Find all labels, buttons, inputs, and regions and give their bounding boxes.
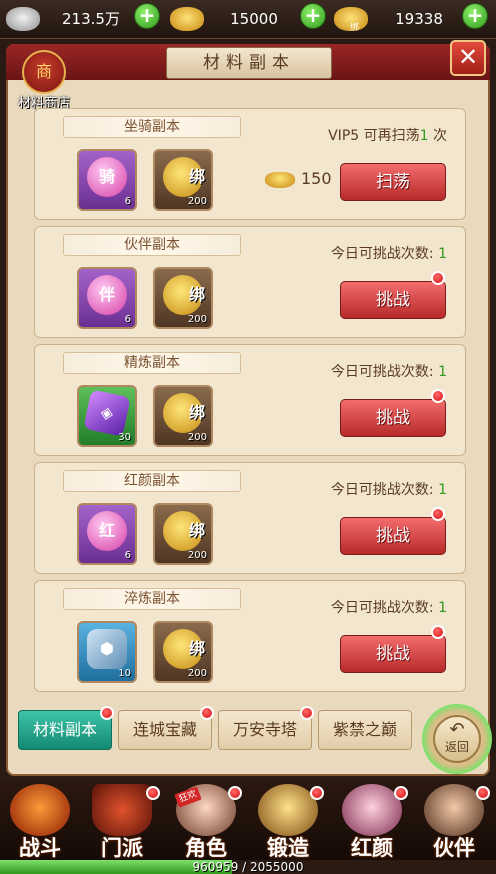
- notification-dot: [146, 786, 160, 800]
- gold-amount: 15000: [230, 10, 278, 28]
- item-slot-refine-stone[interactable]: ◈ 30: [77, 385, 137, 447]
- item-slot-bound-gold[interactable]: 绑 200: [153, 503, 213, 565]
- challenge-count-info: 今日可挑战次数: 1: [330, 246, 447, 262]
- sect-gate-icon: [92, 784, 152, 836]
- add-bound-gold-button[interactable]: +: [462, 3, 488, 29]
- item-count: 200: [187, 314, 207, 325]
- notification-dot: [431, 271, 445, 285]
- dungeon-card-refine: 精炼副本 ◈ 30 绑 200 今日可挑战次数: 1 挑战: [34, 344, 466, 456]
- challenge-button[interactable]: 挑战: [340, 635, 446, 673]
- challenge-button[interactable]: 挑战: [340, 517, 446, 555]
- beauty-portrait-icon: [342, 784, 402, 836]
- silver-amount: 213.5万: [62, 10, 120, 28]
- bound-label: 绑: [188, 639, 205, 658]
- item-count: 6: [124, 196, 131, 207]
- item-slot-bound-gold[interactable]: 绑 200: [153, 149, 213, 211]
- add-silver-button[interactable]: +: [134, 3, 160, 29]
- tab-wanan-tower[interactable]: 万安寺塔: [218, 710, 312, 750]
- silver-ingot-icon: [6, 7, 40, 31]
- sweep-cost: 150: [265, 167, 332, 191]
- bound-badge: 绑: [350, 23, 360, 33]
- forge-icon: [258, 784, 318, 836]
- notification-dot: [394, 786, 408, 800]
- challenge-count-info: 今日可挑战次数: 1: [330, 364, 447, 380]
- sweep-button[interactable]: 扫荡: [340, 163, 446, 201]
- dungeon-name: 红颜副本: [63, 470, 241, 492]
- dungeon-name: 伙伴副本: [63, 234, 241, 256]
- back-button[interactable]: ↶ 返回: [422, 704, 492, 774]
- experience-bar: 960959 / 2055000: [0, 860, 496, 874]
- challenge-count-info: 今日可挑战次数: 1: [330, 600, 447, 616]
- item-count: 6: [124, 314, 131, 325]
- notification-dot: [431, 507, 445, 521]
- dungeon-name: 淬炼副本: [63, 588, 241, 610]
- bound-label: 绑: [188, 403, 205, 422]
- notification-dot: [228, 786, 242, 800]
- item-count: 200: [187, 668, 207, 679]
- dungeon-name: 坐骑副本: [63, 116, 241, 138]
- material-shop-button[interactable]: 商 材料商店: [8, 50, 80, 112]
- bound-label: 绑: [188, 521, 205, 540]
- item-slot-temper-stone[interactable]: ⬢ 10: [77, 621, 137, 683]
- nav-battle[interactable]: 战斗: [2, 784, 78, 860]
- notification-dot: [476, 786, 490, 800]
- notification-dot: [431, 625, 445, 639]
- item-slot-bound-gold[interactable]: 绑 200: [153, 385, 213, 447]
- tab-liancheng-treasure[interactable]: 连城宝藏: [118, 710, 212, 750]
- notification-dot: [100, 706, 114, 720]
- item-count: 200: [187, 550, 207, 561]
- sweep-remaining-info: VIP5 可再扫荡1 次: [328, 128, 447, 144]
- notification-dot: [431, 389, 445, 403]
- add-gold-button[interactable]: +: [300, 3, 326, 29]
- item-count: 10: [118, 668, 131, 679]
- partner-portrait-icon: [424, 784, 484, 836]
- dungeon-card-temper: 淬炼副本 ⬢ 10 绑 200 今日可挑战次数: 1 挑战: [34, 580, 466, 692]
- item-slot-bound-gold[interactable]: 绑 200: [153, 621, 213, 683]
- nav-label: 伙伴: [433, 836, 475, 860]
- dungeon-card-partner: 伙伴副本 伴 6 绑 200 今日可挑战次数: 1 挑战: [34, 226, 466, 338]
- item-slot-beauty-material[interactable]: 红 6: [77, 503, 137, 565]
- mount-orb-icon: 骑: [87, 157, 127, 197]
- shop-icon: 商: [22, 50, 66, 94]
- panel-title: 材料副本: [166, 47, 332, 79]
- challenge-button[interactable]: 挑战: [340, 281, 446, 319]
- bound-label: 绑: [188, 167, 205, 186]
- item-slot-mount-material[interactable]: 骑 6: [77, 149, 137, 211]
- partner-orb-icon: 伴: [87, 275, 127, 315]
- dungeon-name: 精炼副本: [63, 352, 241, 374]
- crystal-icon: ◈: [83, 389, 131, 437]
- notification-dot: [310, 786, 324, 800]
- nav-label: 红颜: [351, 836, 393, 860]
- notification-dot: [300, 706, 314, 720]
- close-button[interactable]: ✕: [450, 40, 486, 76]
- battle-emblem-icon: [10, 784, 70, 836]
- gold-ingot-icon: [265, 171, 295, 188]
- item-count: 200: [187, 196, 207, 207]
- dungeon-card-beauty: 红颜副本 红 6 绑 200 今日可挑战次数: 1 挑战: [34, 462, 466, 574]
- item-slot-bound-gold[interactable]: 绑 200: [153, 267, 213, 329]
- experience-text: 960959 / 2055000: [192, 860, 304, 874]
- nav-label: 角色: [185, 836, 227, 860]
- tab-forbidden-summit[interactable]: 紫禁之巅: [318, 710, 412, 750]
- back-label: 返回: [444, 740, 469, 754]
- ore-icon: ⬢: [87, 629, 127, 669]
- beauty-orb-icon: 红: [87, 511, 127, 551]
- nav-label: 门派: [101, 836, 143, 860]
- item-count: 30: [118, 432, 131, 443]
- notification-dot: [200, 706, 214, 720]
- bound-label: 绑: [188, 285, 205, 304]
- item-count: 200: [187, 432, 207, 443]
- challenge-button[interactable]: 挑战: [340, 399, 446, 437]
- dungeon-card-mount: 坐骑副本 骑 6 绑 200 VIP5 可再扫荡1 次 150 扫荡: [34, 108, 466, 220]
- return-arrow-icon: ↶: [449, 719, 465, 740]
- tab-material-dungeon[interactable]: 材料副本: [18, 710, 112, 750]
- gold-ingot-icon: [170, 7, 204, 31]
- nav-label: 锻造: [267, 836, 309, 860]
- bound-gold-amount: 19338: [395, 10, 443, 28]
- challenge-count-info: 今日可挑战次数: 1: [330, 482, 447, 498]
- nav-label: 战斗: [19, 836, 61, 860]
- item-count: 6: [124, 550, 131, 561]
- item-slot-partner-material[interactable]: 伴 6: [77, 267, 137, 329]
